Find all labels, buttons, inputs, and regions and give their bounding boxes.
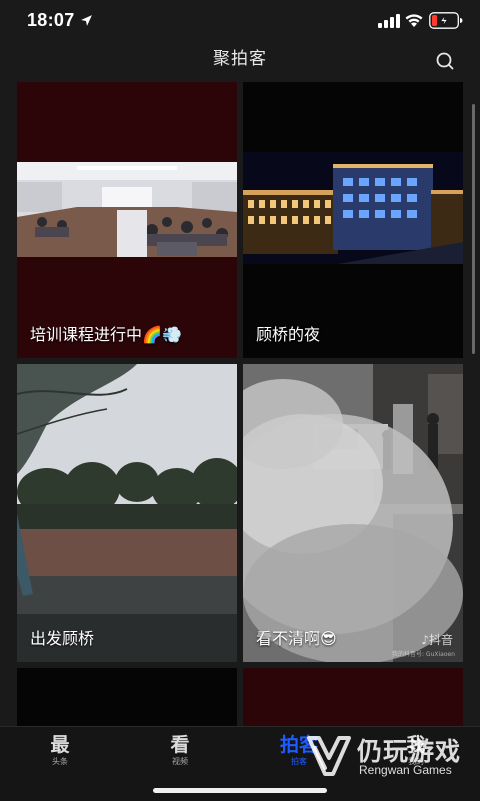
rengwan-logo-icon	[307, 736, 351, 776]
card-caption: 培训课程进行中🌈💨	[30, 325, 182, 344]
card-caption: 顾桥的夜	[256, 325, 321, 344]
rengwan-watermark: 仍玩游戏 Rengwan Games	[305, 730, 475, 782]
tab-icon-headlines: 最	[50, 734, 70, 756]
video-card-night[interactable]: 顾桥的夜	[243, 82, 463, 358]
tab-headlines[interactable]: 最 头条	[30, 733, 90, 767]
video-card-fog[interactable]: 看不清啊😎 ♪抖音 我的抖音号: GuXiaoen	[243, 364, 463, 662]
scroll-indicator[interactable]	[472, 104, 475, 354]
tab-icon-videos: 看	[170, 734, 190, 756]
signal-bars-icon	[378, 14, 400, 28]
home-indicator[interactable]	[153, 788, 327, 793]
battery-low-charging-icon	[429, 12, 463, 29]
thumbnail-night-building	[243, 152, 463, 264]
card-caption: 看不清啊😎	[256, 629, 337, 648]
thumbnail-trees-courtyard	[17, 364, 237, 662]
douyin-watermark: ♪抖音	[421, 633, 453, 647]
thumbnail-meeting-hall	[17, 162, 237, 257]
tab-label: 头条	[52, 757, 68, 766]
location-arrow-icon	[81, 15, 92, 26]
tab-videos[interactable]: 看 视频	[150, 733, 210, 767]
status-time: 18:07	[27, 10, 75, 30]
tab-label: 视频	[172, 757, 188, 766]
wifi-icon	[405, 14, 423, 27]
video-card-training[interactable]: 培训课程进行中🌈💨	[17, 82, 237, 358]
card-caption: 出发顾桥	[30, 629, 95, 648]
status-bar: 18:07	[0, 0, 480, 40]
sunglasses-face-emoji: 😎	[320, 629, 337, 648]
thumbnail-smoky-street	[243, 364, 463, 662]
rainbow-wind-emoji: 🌈💨	[142, 325, 182, 344]
douyin-id: 我的抖音号: GuXiaoen	[391, 651, 455, 658]
search-icon[interactable]	[434, 50, 456, 72]
page-title: 聚拍客	[213, 49, 267, 69]
video-card-partial-right[interactable]	[243, 668, 463, 728]
watermark-english-text: Rengwan Games	[359, 763, 452, 777]
video-card-partial-left[interactable]	[17, 668, 237, 728]
video-card-departure[interactable]: 出发顾桥	[17, 364, 237, 662]
